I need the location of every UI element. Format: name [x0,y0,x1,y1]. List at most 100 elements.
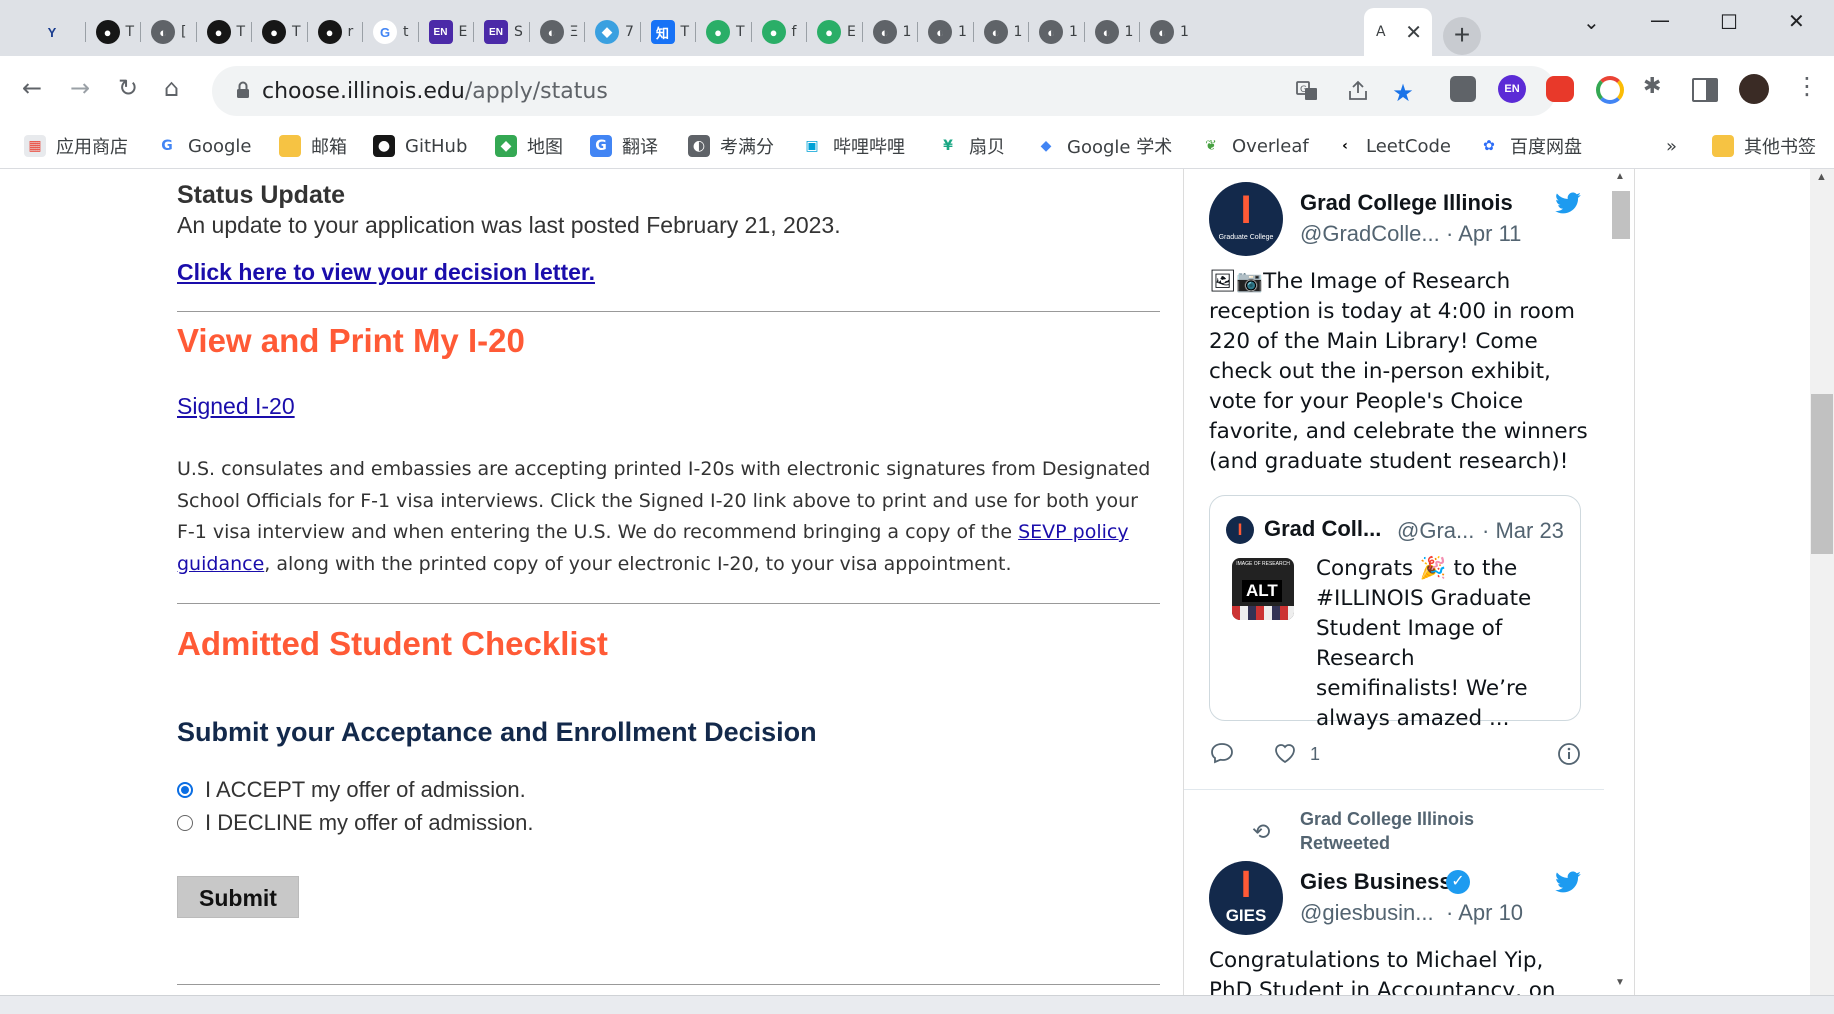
en-extension-icon[interactable]: EN [1498,75,1526,103]
tab-strip: Y ● T ◐[● T ● T ● r Gt EN E EN S ◐ Ξ ◆ 7 知 T ● T ● f ● E ◐ 1 ◐ 1 ◐ 1 ◐ 1 ◐… [0,0,1834,56]
bookmark-item[interactable]: ● GitHub [373,132,467,160]
bookmark-star-icon[interactable]: ★ [1390,79,1416,107]
browser-tab[interactable]: ● T [252,8,308,56]
grad-college-avatar[interactable]: I Graduate College [1209,182,1283,256]
scroll-up-arrow-icon[interactable]: ▲ [1816,171,1827,183]
browser-tab[interactable]: ◐ 1 [974,8,1030,56]
browser-tab[interactable]: Gt [363,8,419,56]
browser-tab[interactable]: ● f [752,8,808,56]
bookmarks-more-button[interactable]: » [1666,132,1677,160]
submit-button[interactable]: Submit [177,876,299,918]
browser-tab[interactable]: EN S [474,8,530,56]
status-text: An update to your application was last p… [177,212,841,238]
signed-i20-link[interactable]: Signed I-20 [177,393,295,420]
menu-kebab-icon[interactable]: ⋮ [1795,72,1819,100]
bookmark-item[interactable]: ◆ 地图 [495,132,563,160]
quoted-tweet[interactable]: I Grad Coll... @Gra... · Mar 23 IMAGE OF… [1209,495,1581,731]
share-icon[interactable] [1345,79,1371,105]
close-window-button[interactable]: ✕ [1788,9,1805,33]
bookmark-item[interactable]: ◆ Google 学术 [1035,132,1172,160]
page-scrollbar[interactable]: ▲ [1810,169,1834,995]
tab-active[interactable]: A ✕ [1364,8,1432,56]
browser-tab[interactable]: EN E [419,8,475,56]
tab-title: T [292,24,301,40]
browser-tab[interactable]: ◐ 1 [1029,8,1085,56]
bookmark-item[interactable]: ◐ 考满分 [688,132,774,160]
bookmark-item[interactable]: G 翻译 [590,132,658,160]
tweet-author-handle[interactable]: @giesbusin... [1300,900,1434,926]
side-panel-icon[interactable] [1692,78,1718,102]
tweet-author-name[interactable]: Grad College Illinois [1300,190,1513,216]
twitter-scroll-thumb[interactable] [1612,191,1630,239]
gies-avatar[interactable]: I GIES [1209,861,1283,935]
tab-title: f [791,24,797,40]
new-tab-button[interactable]: + [1443,17,1481,55]
globe-icon: ◐ [1094,20,1119,44]
accept-radio[interactable] [177,782,193,798]
info-icon[interactable] [1556,741,1582,772]
browser-tab[interactable]: ● E [807,8,863,56]
wechat-icon: ● [706,20,730,44]
tweet-author-handle[interactable]: @GradColle... [1300,221,1440,247]
decline-option[interactable]: I DECLINE my offer of admission. [177,810,534,836]
browser-tab[interactable]: ◆ 7 [585,8,641,56]
browser-tab[interactable]: ◐[ [141,8,197,56]
tab-separator [695,22,696,42]
browser-tab[interactable]: ● T [696,8,752,56]
forward-button[interactable]: → [70,74,90,102]
extension-red-icon[interactable] [1546,76,1574,102]
tweet-date[interactable]: · Apr 10 [1446,900,1523,926]
decline-radio[interactable] [177,815,193,831]
page-scroll-thumb[interactable] [1811,394,1833,554]
tweet-divider [1184,789,1604,790]
browser-tab[interactable]: ● r [308,8,364,56]
reload-button[interactable]: ↻ [118,74,138,102]
like-icon[interactable] [1272,741,1298,770]
tab-title: 1 [1069,24,1078,40]
scroll-up-arrow-icon[interactable]: ▲ [1615,171,1625,182]
profile-avatar[interactable] [1739,74,1769,104]
reply-icon[interactable] [1209,741,1235,770]
quoted-avatar: I [1226,516,1254,544]
twitter-bird-icon[interactable] [1554,871,1582,895]
decision-letter-link[interactable]: Click here to view your decision letter. [177,259,595,286]
tweet-author-name[interactable]: Gies Business [1300,869,1452,895]
browser-tab[interactable]: ◐ 1 [1085,8,1141,56]
bookmark-item[interactable]: ¥ 扇贝 [937,132,1005,160]
bookmark-item[interactable]: ▣ 哔哩哔哩 [801,132,905,160]
tab-search-chevron-icon[interactable]: ⌄ [1583,10,1600,34]
scroll-down-arrow-icon[interactable]: ▼ [1615,977,1625,988]
translate-page-icon[interactable]: G [1294,79,1320,105]
other-bookmarks-folder[interactable]: 其他书签 [1712,132,1816,160]
extension-ring-icon[interactable] [1596,76,1624,104]
twitter-bird-icon[interactable] [1554,192,1582,216]
browser-tab[interactable]: ◐ 1 [1140,8,1196,56]
browser-tab[interactable]: ● T [86,8,142,56]
twitter-scrollbar[interactable]: ▲ ▼ [1610,169,1632,995]
browser-tab[interactable]: Y [30,8,86,56]
bookmark-item[interactable]: ▦ 应用商店 [24,132,128,160]
extension-icon[interactable] [1450,76,1476,102]
home-button[interactable]: ⌂ [164,74,179,102]
browser-tab[interactable]: 知T [641,8,697,56]
browser-tab[interactable]: ◐ 1 [863,8,919,56]
tweet-date[interactable]: · Apr 11 [1446,221,1521,247]
accept-option[interactable]: I ACCEPT my offer of admission. [177,777,526,803]
bookmark-item[interactable]: 邮箱 [279,132,347,160]
bookmark-item[interactable]: ✿ 百度网盘 [1478,132,1582,160]
retweeted-by-name: Grad College Illinois [1300,809,1475,829]
bookmark-item[interactable]: ‹ LeetCode [1334,132,1451,160]
maximize-button[interactable]: ☐ [1720,10,1738,34]
minimize-button[interactable]: — [1650,8,1670,32]
browser-tab[interactable]: ◐ 1 [918,8,974,56]
address-bar[interactable]: choose.illinois.edu/apply/status G ★ [212,66,1556,116]
browser-tab[interactable]: ◐ Ξ [530,8,586,56]
close-tab-icon[interactable]: ✕ [1405,20,1422,45]
github-icon: ● [317,20,342,44]
extensions-puzzle-icon[interactable]: ✱ [1643,74,1661,99]
back-button[interactable]: ← [22,74,42,102]
browser-tab[interactable]: ● T [197,8,253,56]
bookmark-item[interactable]: ❦ Overleaf [1200,132,1309,160]
twitter-timeline[interactable]: I Graduate College Grad College Illinois… [1183,169,1635,995]
bookmark-item[interactable]: G Google [156,132,251,160]
